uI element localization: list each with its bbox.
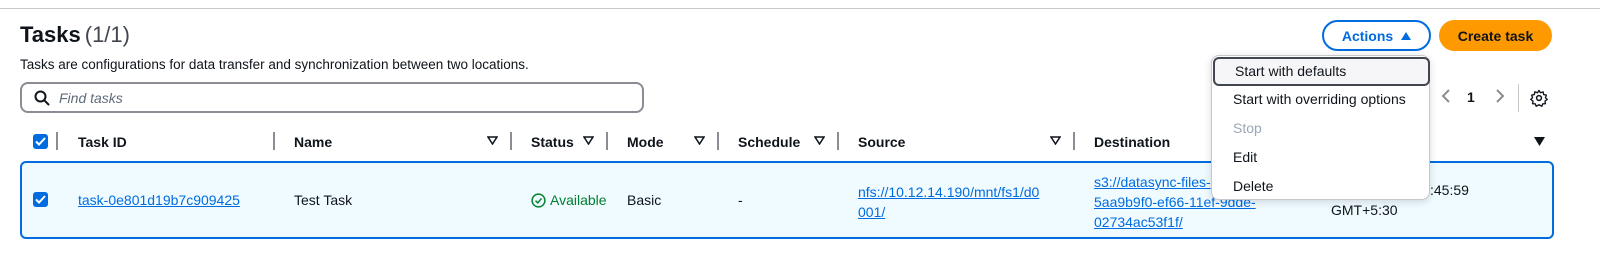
creation-time: :45:59 xyxy=(1430,182,1469,198)
task-mode: Basic xyxy=(627,192,662,208)
status-text: Available xyxy=(550,192,607,208)
task-schedule: - xyxy=(738,192,743,208)
title-text: Tasks xyxy=(20,22,81,47)
column-divider[interactable] xyxy=(837,132,839,150)
column-divider xyxy=(56,132,58,150)
column-header-source[interactable]: Source xyxy=(858,134,905,150)
previous-page-icon[interactable] xyxy=(1440,86,1452,106)
row-checkbox[interactable] xyxy=(33,192,48,207)
source-line[interactable]: 001/ xyxy=(858,202,1039,222)
column-divider[interactable] xyxy=(510,132,512,150)
column-divider[interactable] xyxy=(606,132,608,150)
gear-icon[interactable] xyxy=(1530,89,1548,107)
menu-item-start-with-defaults[interactable]: Start with defaults xyxy=(1213,57,1430,86)
current-page-number[interactable]: 1 xyxy=(1467,89,1475,105)
sort-icon[interactable] xyxy=(583,136,594,145)
menu-item-start-with-overriding-options[interactable]: Start with overriding options xyxy=(1212,85,1431,114)
actions-label: Actions xyxy=(1341,27,1394,44)
timezone: GMT+5:30 xyxy=(1331,202,1398,218)
task-name: Test Task xyxy=(294,192,353,208)
status-badge: Available xyxy=(531,192,607,208)
check-icon xyxy=(35,195,46,204)
menu-item-delete[interactable]: Delete xyxy=(1212,172,1431,201)
sort-icon[interactable] xyxy=(694,136,705,145)
menu-item-edit[interactable]: Edit xyxy=(1212,143,1431,172)
title-count: (1/1) xyxy=(84,22,130,47)
sort-icon[interactable] xyxy=(1050,136,1061,145)
column-header-mode[interactable]: Mode xyxy=(627,134,664,150)
pager-divider xyxy=(1518,84,1519,112)
column-divider[interactable] xyxy=(717,132,719,150)
create-task-button[interactable]: Create task xyxy=(1439,20,1552,51)
select-all-checkbox[interactable] xyxy=(33,134,48,149)
search-input[interactable]: Find tasks xyxy=(20,82,644,113)
task-id-link[interactable]: task-0e801d19b7c909425 xyxy=(78,192,240,208)
search-placeholder: Find tasks xyxy=(59,89,123,106)
actions-button[interactable]: Actions xyxy=(1322,20,1431,51)
column-header-name[interactable]: Name xyxy=(294,134,332,150)
caret-up-icon xyxy=(1401,31,1412,40)
actions-dropdown-menu: Start with defaults Start with overridin… xyxy=(1211,55,1430,200)
check-circle-icon xyxy=(531,192,546,208)
column-header-schedule[interactable]: Schedule xyxy=(738,134,800,150)
source-line[interactable]: nfs://10.12.14.190/mnt/fs1/d0 xyxy=(858,182,1039,202)
column-divider[interactable] xyxy=(273,132,275,150)
check-icon xyxy=(35,137,46,146)
column-header-task-id[interactable]: Task ID xyxy=(78,134,127,150)
page-title: Tasks (1/1) xyxy=(20,22,130,48)
sort-icon[interactable] xyxy=(487,136,498,145)
page-description: Tasks are configurations for data transf… xyxy=(20,57,529,72)
menu-item-stop: Stop xyxy=(1233,120,1262,136)
top-divider xyxy=(0,8,1600,9)
column-divider[interactable] xyxy=(1073,132,1075,150)
source-link[interactable]: nfs://10.12.14.190/mnt/fs1/d0 001/ xyxy=(858,182,1039,222)
next-page-icon[interactable] xyxy=(1494,86,1506,106)
sort-icon[interactable] xyxy=(814,136,825,145)
sort-icon[interactable] xyxy=(1534,137,1545,146)
column-header-destination[interactable]: Destination xyxy=(1094,134,1170,150)
column-header-status[interactable]: Status xyxy=(531,134,574,150)
search-icon xyxy=(34,90,50,105)
destination-line[interactable]: 02734ac53f1f/ xyxy=(1094,212,1256,232)
